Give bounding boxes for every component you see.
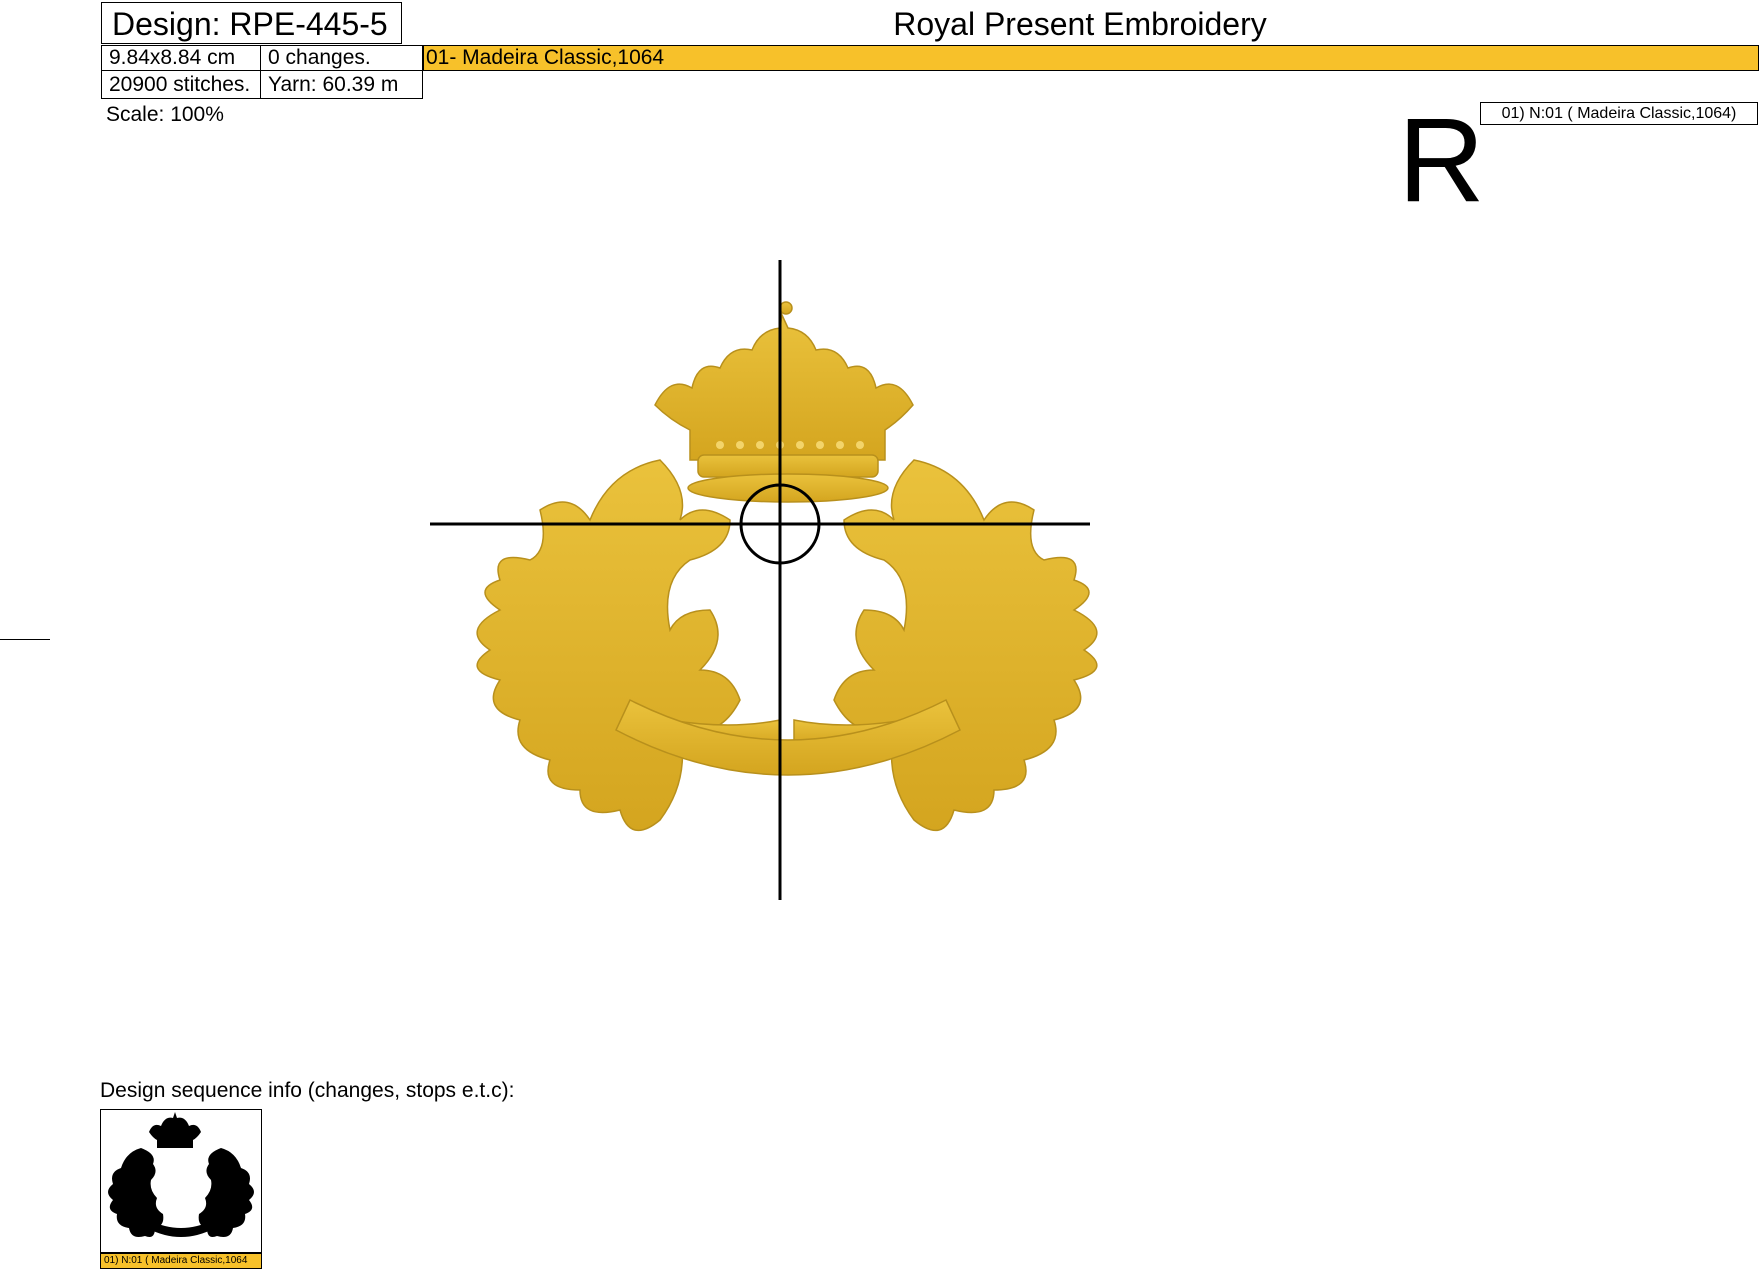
thread-legend-label: 01) N:01 ( Madeira Classic,1064)	[1480, 102, 1758, 125]
sequence-info-title: Design sequence info (changes, stops e.t…	[100, 1079, 515, 1102]
thumbnail-thread-label: 01) N:01 ( Madeira Classic,1064	[100, 1253, 262, 1269]
site-title: Royal Present Embroidery	[893, 6, 1267, 42]
left-wreath-icon	[476, 459, 781, 832]
brand-logo-letter: R	[1398, 93, 1485, 227]
crown-wreath-embroidery-icon	[430, 260, 1098, 900]
sequence-thumbnail	[100, 1109, 262, 1253]
margin-tick-mark	[0, 639, 50, 640]
crown-wreath-silhouette-icon	[108, 1112, 254, 1237]
yarn-length: Yarn: 60.39 m	[260, 70, 423, 99]
thread-color-bar: 01- Madeira Classic,1064	[423, 45, 1759, 71]
design-title: Design: RPE-445-5	[101, 2, 402, 44]
scale-label: Scale: 100%	[106, 103, 224, 126]
crown-icon	[654, 301, 914, 503]
color-changes-count: 0 changes.	[260, 45, 423, 71]
design-size: 9.84x8.84 cm	[101, 45, 261, 71]
stitch-count: 20900 stitches.	[101, 70, 261, 99]
right-wreath-icon	[793, 459, 1098, 832]
